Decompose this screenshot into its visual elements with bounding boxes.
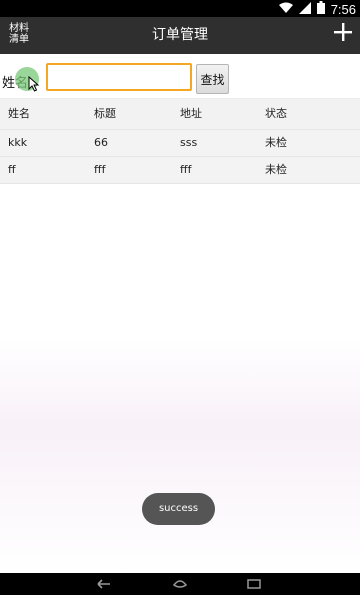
name-search-input[interactable] xyxy=(46,63,192,91)
cell-address: sss xyxy=(180,136,198,149)
search-row: 姓名 查找 xyxy=(0,62,360,98)
status-time: 7:56 xyxy=(330,1,356,17)
cell-address: fff xyxy=(180,163,192,176)
cell-name: ff xyxy=(8,163,16,176)
wifi-icon xyxy=(278,2,293,17)
order-table: 姓名 标题 地址 状态 kkk 66 sss 未检 ff fff fff 未检 xyxy=(0,98,360,184)
cell-title: 66 xyxy=(94,136,108,149)
cell-title: fff xyxy=(94,163,106,176)
table-row[interactable]: ff fff fff 未检 xyxy=(0,157,360,184)
back-icon[interactable] xyxy=(96,576,112,590)
mouse-cursor-icon xyxy=(28,75,40,92)
app-bar: 材料 清单 订单管理 xyxy=(0,17,360,54)
cell-name: kkk xyxy=(8,136,28,149)
recent-apps-icon[interactable] xyxy=(246,576,262,590)
plus-icon[interactable] xyxy=(334,23,352,41)
toast-message: success xyxy=(142,493,215,525)
header-address: 地址 xyxy=(180,107,202,120)
cell-status: 未检 xyxy=(265,163,287,176)
page-title: 订单管理 xyxy=(152,27,208,43)
header-title: 标题 xyxy=(94,107,116,120)
navigation-bar xyxy=(0,573,360,593)
battery-icon xyxy=(316,1,325,17)
content-area: 姓名 查找 姓名 标题 地址 状态 kkk 66 sss 未检 ff fff f… xyxy=(0,54,360,573)
header-name: 姓名 xyxy=(8,107,30,120)
signal-icon xyxy=(298,1,311,17)
table-row[interactable]: kkk 66 sss 未检 xyxy=(0,130,360,157)
header-status: 状态 xyxy=(265,107,287,120)
home-icon[interactable] xyxy=(172,576,188,590)
status-icons: 7:56 xyxy=(278,1,356,17)
search-button[interactable]: 查找 xyxy=(196,64,229,94)
table-header-row: 姓名 标题 地址 状态 xyxy=(0,98,360,130)
status-bar: 7:56 xyxy=(0,0,360,17)
cell-status: 未检 xyxy=(265,136,287,149)
